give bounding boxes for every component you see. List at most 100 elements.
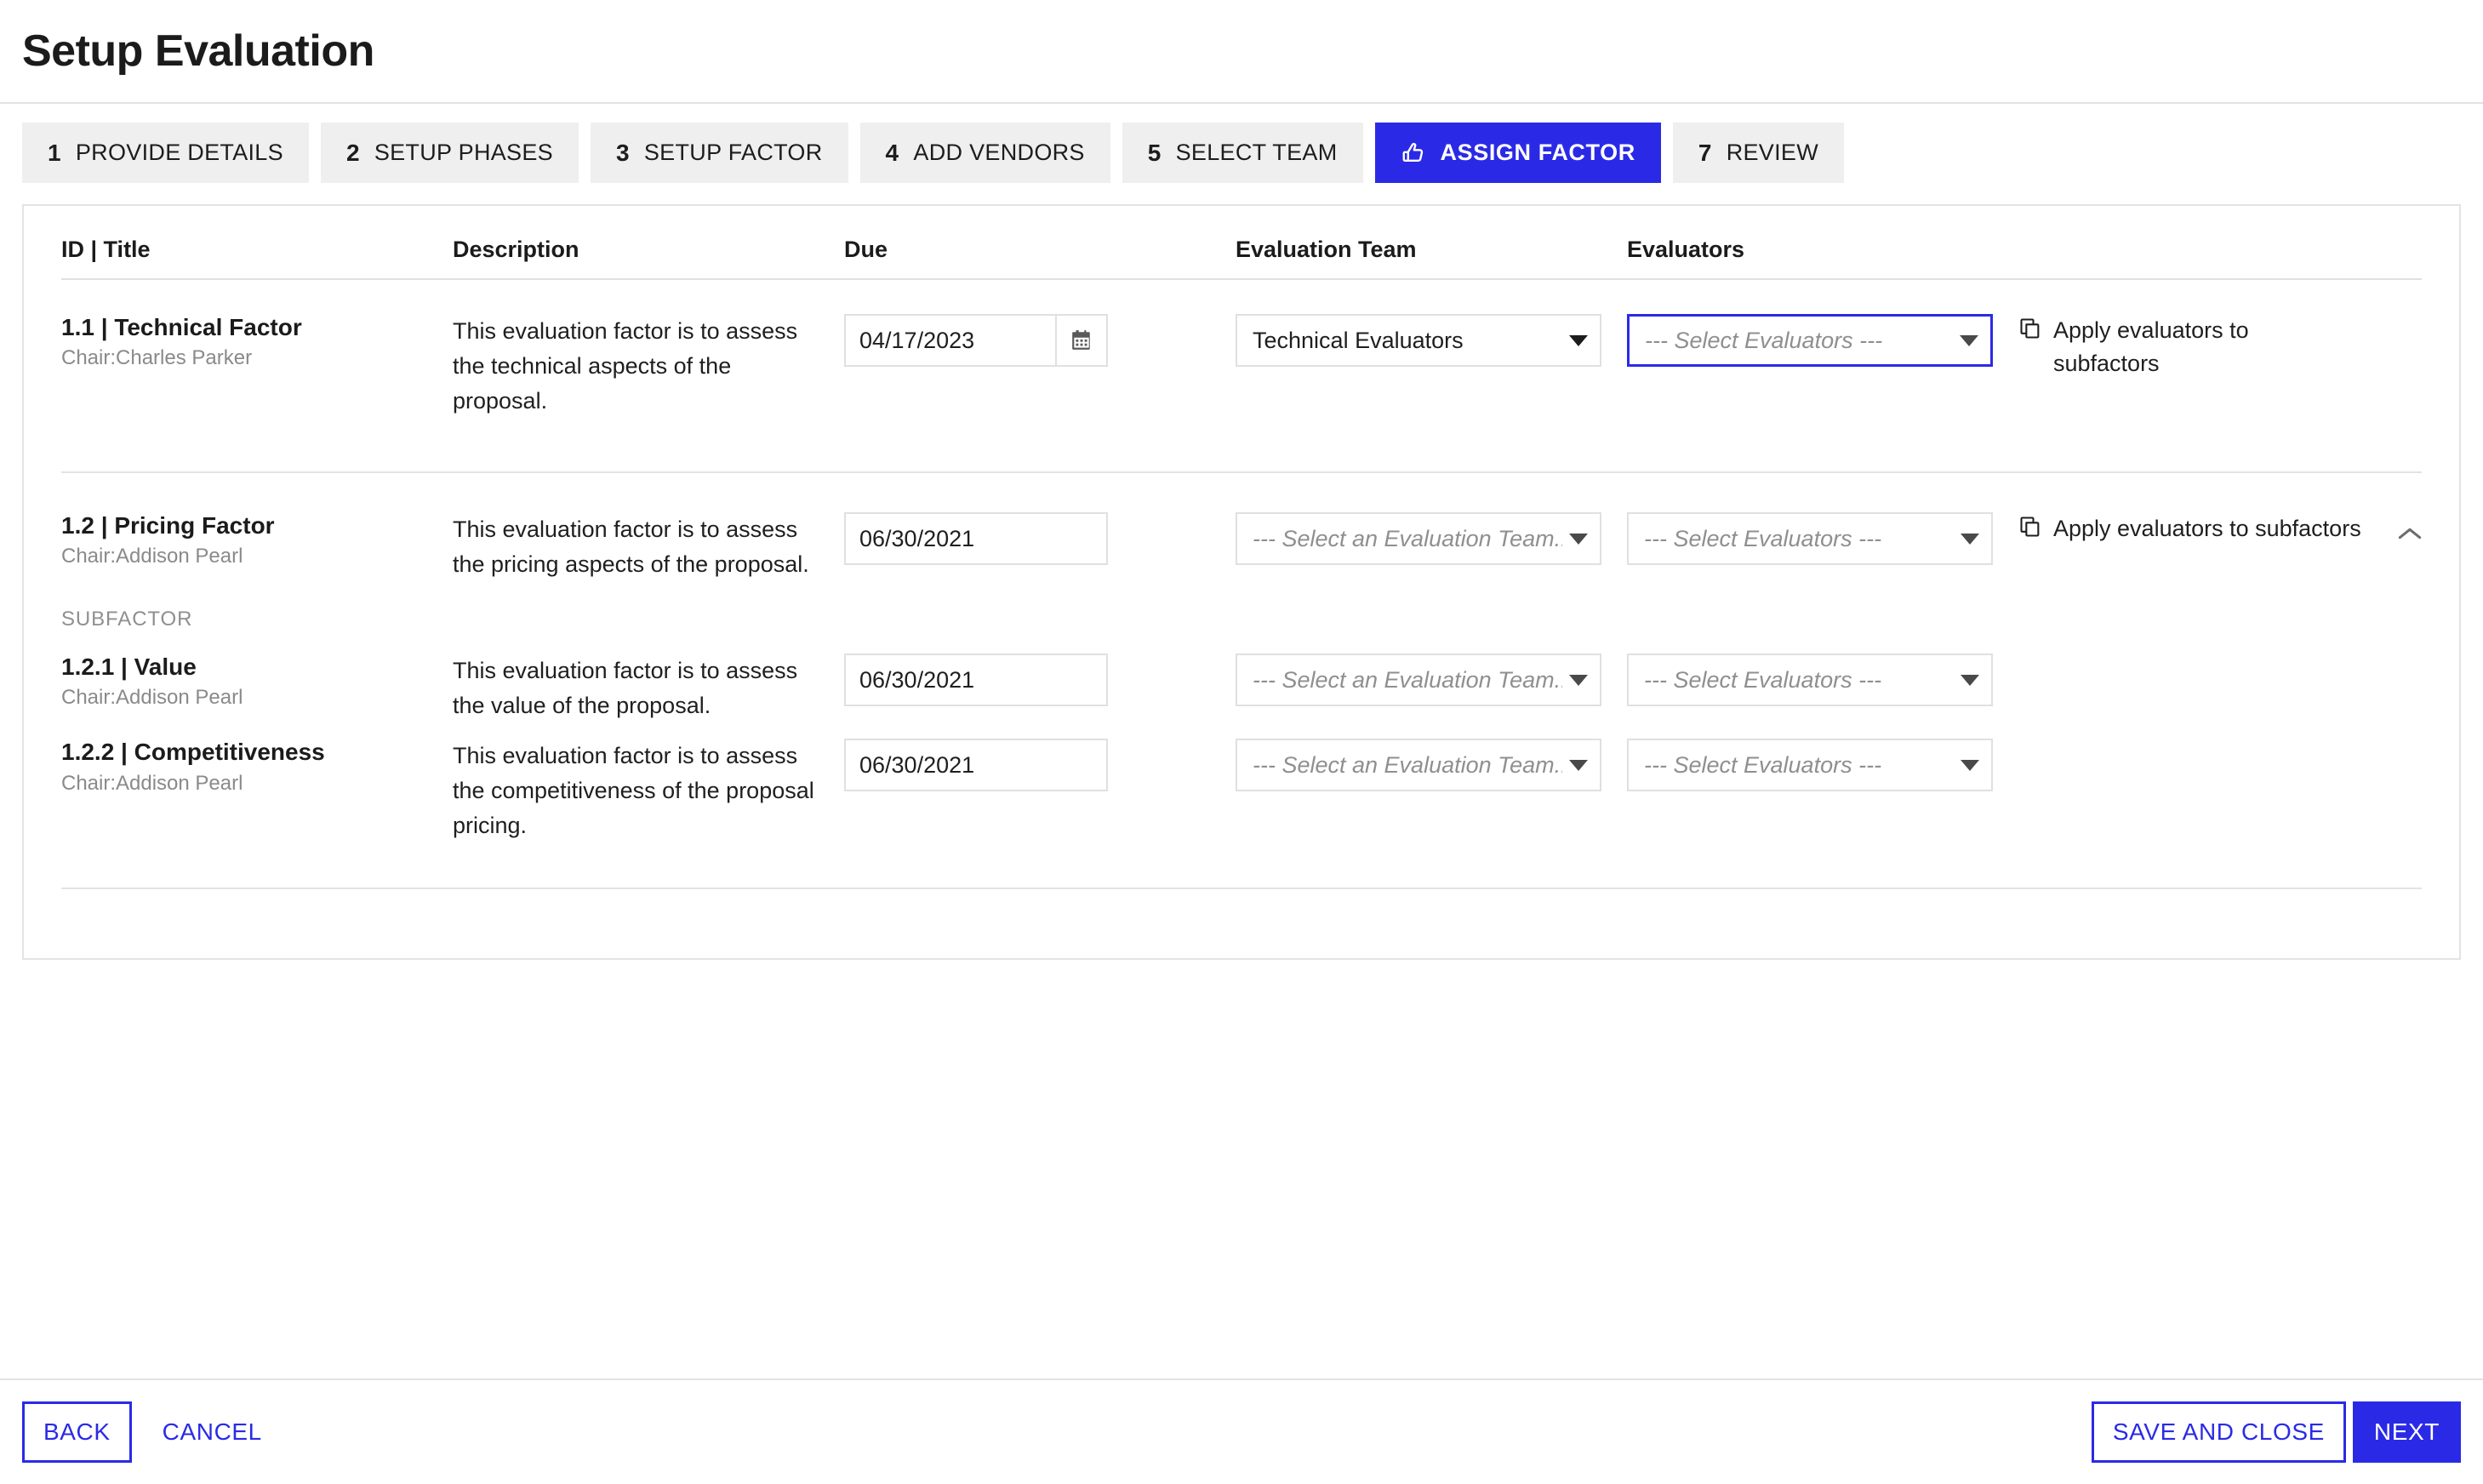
due-cell: 06/30/2021 (844, 739, 1236, 792)
factor-chair: Chair:Addison Pearl (61, 545, 243, 568)
tab-number: 1 (48, 139, 61, 166)
factor-description: This evaluation factor is to assess the … (453, 512, 844, 582)
table-row: 1.2 | Pricing Factor Chair:Addison Pearl… (61, 473, 2422, 631)
factor-identity: 1.2.2 | Competitiveness Chair:Addison Pe… (61, 739, 453, 795)
evaluation-team-select[interactable]: --- Select an Evaluation Team... (1236, 654, 1601, 707)
evaluation-team-cell: --- Select an Evaluation Team... (1236, 512, 1627, 566)
assign-factor-card: ID | Title Description Due Evaluation Te… (22, 204, 2461, 960)
next-button[interactable]: NEXT (2352, 1401, 2461, 1463)
cancel-button[interactable]: CANCEL (147, 1401, 277, 1463)
evaluation-team-placeholder: --- Select an Evaluation Team... (1253, 525, 1562, 551)
factor-id-title: 1.2.2 | Competitiveness (61, 739, 325, 766)
factor-chair: Chair:Addison Pearl (61, 686, 243, 710)
factor-identity: 1.1 | Technical Factor Chair:Charles Par… (61, 314, 453, 370)
table-row: 1.2.2 | Competitiveness Chair:Addison Pe… (61, 723, 2422, 843)
table-bottom-divider (61, 888, 2422, 890)
factor-description-text: This evaluation factor is to assess the … (453, 318, 798, 414)
factor-identity: 1.2.1 | Value Chair:Addison Pearl (61, 654, 453, 710)
evaluators-select[interactable]: --- Select Evaluators --- (1627, 512, 1993, 566)
column-header-due: Due (844, 237, 888, 262)
page-header: Setup Evaluation (0, 0, 2483, 104)
evaluators-placeholder: --- Select Evaluators --- (1644, 525, 1882, 551)
factor-description-text: This evaluation factor is to assess the … (453, 743, 814, 839)
evaluation-team-select[interactable]: Technical Evaluators (1236, 314, 1601, 367)
tab-label: ADD VENDORS (913, 140, 1085, 165)
tab-number: 5 (1147, 139, 1162, 166)
tab-review[interactable]: 7 REVIEW (1672, 123, 1845, 183)
apply-evaluators-to-subfactors-button[interactable]: Apply evaluators to subfactors (2018, 512, 2422, 551)
chevron-down-icon (1961, 674, 1979, 686)
apply-evaluators-label: Apply evaluators to subfactors (2053, 516, 2361, 542)
evaluation-team-placeholder: --- Select an Evaluation Team... (1253, 666, 1562, 693)
calendar-icon[interactable] (1057, 314, 1108, 367)
evaluators-cell: --- Select Evaluators --- (1627, 739, 2018, 792)
tab-select-team[interactable]: 5 SELECT TEAM (1122, 123, 1363, 183)
tab-label: PROVIDE DETAILS (75, 140, 283, 165)
evaluators-placeholder: --- Select Evaluators --- (1644, 666, 1882, 693)
tab-add-vendors[interactable]: 4 ADD VENDORS (859, 123, 1110, 183)
due-date-input[interactable]: 04/17/2023 (844, 314, 1057, 367)
footer-left-actions: BACK CANCEL (22, 1401, 277, 1463)
factor-chair: Chair:Addison Pearl (61, 771, 243, 795)
chevron-down-icon (1961, 759, 1979, 771)
tab-label: SETUP PHASES (374, 140, 553, 165)
due-date-input[interactable]: 06/30/2021 (844, 512, 1108, 566)
evaluators-cell: --- Select Evaluators --- (1627, 314, 2018, 367)
evaluation-team-select[interactable]: --- Select an Evaluation Team... (1236, 739, 1601, 792)
due-cell: 06/30/2021 (844, 512, 1236, 566)
copy-icon (2018, 515, 2042, 548)
factor-description: This evaluation factor is to assess the … (453, 654, 844, 723)
back-button[interactable]: BACK (22, 1401, 132, 1463)
column-header-id-title: ID | Title (61, 237, 151, 262)
footer-bar: BACK CANCEL SAVE AND CLOSE NEXT (0, 1378, 2483, 1484)
chevron-down-icon (1569, 334, 1588, 346)
chevron-up-icon[interactable] (2398, 517, 2422, 551)
due-cell: 06/30/2021 (844, 654, 1236, 707)
tab-number: 3 (616, 139, 630, 166)
table-header-row: ID | Title Description Due Evaluation Te… (61, 206, 2422, 263)
footer-right-actions: SAVE AND CLOSE NEXT (2091, 1401, 2461, 1463)
evaluation-team-select[interactable]: --- Select an Evaluation Team... (1236, 512, 1601, 566)
apply-cell: Apply evaluators to subfactors (2018, 512, 2422, 551)
evaluators-select[interactable]: --- Select Evaluators --- (1627, 654, 1993, 707)
tab-setup-factor[interactable]: 3 SETUP FACTOR (591, 123, 848, 183)
evaluation-team-placeholder: --- Select an Evaluation Team... (1253, 751, 1562, 778)
chevron-down-icon (1960, 334, 1978, 346)
evaluators-placeholder: --- Select Evaluators --- (1645, 327, 1883, 353)
evaluation-team-cell: --- Select an Evaluation Team... (1236, 654, 1627, 707)
evaluators-cell: --- Select Evaluators --- (1627, 512, 2018, 566)
factor-id-title: 1.2 | Pricing Factor (61, 512, 275, 539)
factor-identity: 1.2 | Pricing Factor Chair:Addison Pearl… (61, 512, 453, 631)
copy-icon (2018, 317, 2042, 350)
due-date-input[interactable]: 06/30/2021 (844, 654, 1108, 707)
evaluators-cell: --- Select Evaluators --- (1627, 654, 2018, 707)
factor-chair: Chair:Charles Parker (61, 346, 253, 370)
evaluators-select[interactable]: --- Select Evaluators --- (1627, 739, 1993, 792)
column-header-evaluation-team: Evaluation Team (1236, 237, 1417, 262)
tab-setup-phases[interactable]: 2 SETUP PHASES (320, 123, 579, 183)
stepper-tabs: 1 PROVIDE DETAILS 2 SETUP PHASES 3 SETUP… (0, 104, 2483, 186)
page-title: Setup Evaluation (22, 26, 374, 76)
factor-id-title: 1.1 | Technical Factor (61, 314, 302, 340)
evaluation-team-cell: --- Select an Evaluation Team... (1236, 739, 1627, 792)
table-row: 1.1 | Technical Factor Chair:Charles Par… (61, 280, 2422, 456)
apply-evaluators-to-subfactors-button[interactable]: Apply evaluators to subfactors (2018, 314, 2422, 380)
tab-provide-details[interactable]: 1 PROVIDE DETAILS (22, 123, 309, 183)
thumbs-up-icon (1401, 140, 1426, 166)
factor-description-text: This evaluation factor is to assess the … (453, 658, 798, 719)
evaluators-select[interactable]: --- Select Evaluators --- (1627, 314, 1993, 367)
due-date-input[interactable]: 06/30/2021 (844, 739, 1108, 792)
tab-number: 4 (885, 139, 899, 166)
tab-assign-factor[interactable]: ASSIGN FACTOR (1374, 123, 1661, 183)
subfactor-group-label: SUBFACTOR (61, 608, 193, 631)
factor-description: This evaluation factor is to assess the … (453, 314, 844, 419)
chevron-down-icon (1569, 759, 1588, 771)
column-header-description: Description (453, 237, 579, 262)
factor-description: This evaluation factor is to assess the … (453, 739, 844, 843)
chevron-down-icon (1961, 533, 1979, 545)
save-and-close-button[interactable]: SAVE AND CLOSE (2091, 1401, 2346, 1463)
column-header-evaluators: Evaluators (1627, 237, 1745, 262)
tab-label: ASSIGN FACTOR (1440, 140, 1635, 165)
apply-cell: Apply evaluators to subfactors (2018, 314, 2422, 380)
tab-number: 2 (345, 139, 360, 166)
